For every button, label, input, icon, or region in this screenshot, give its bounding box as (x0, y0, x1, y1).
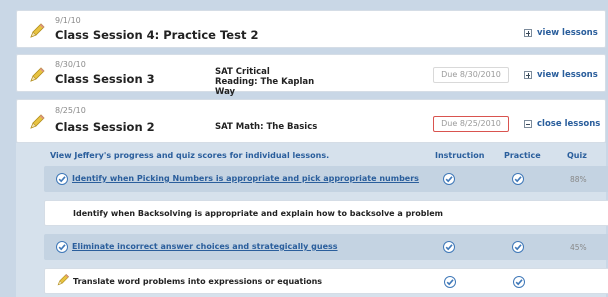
due-date-badge: Due 8/25/2010 (433, 116, 509, 132)
session-date: 9/1/10 (55, 16, 81, 25)
lesson-link[interactable]: Eliminate incorrect answer choices and s… (72, 242, 338, 251)
practice-check-icon (513, 276, 525, 288)
practice-check-icon (512, 173, 524, 185)
session-date: 8/30/10 (55, 60, 86, 69)
pencil-icon (30, 23, 45, 38)
instruction-check-icon (443, 173, 455, 185)
view-lessons-link[interactable]: view lessons (524, 28, 598, 38)
quiz-score: 88% (570, 175, 587, 184)
lesson-row: Translate word problems into expressions… (44, 268, 608, 294)
lessons-intro: View Jeffery's progress and quiz scores … (50, 151, 330, 160)
lesson-row: Identify when Backsolving is appropriate… (44, 200, 608, 226)
pencil-icon (30, 114, 45, 129)
quiz-score: 45% (570, 243, 587, 252)
session-title: Class Session 2 (55, 120, 155, 134)
session-subject: SAT Critical Reading: The Kaplan Way (215, 67, 315, 97)
pencil-icon (30, 67, 45, 82)
view-lessons-label: view lessons (537, 28, 598, 38)
practice-check-icon (512, 241, 524, 253)
lessons-panel: View Jeffery's progress and quiz scores … (16, 143, 608, 297)
session-card-2: 8/25/10 Class Session 2 SAT Math: The Ba… (16, 99, 606, 143)
session-card-3: 8/30/10 Class Session 3 SAT Critical Rea… (16, 54, 606, 97)
collapse-icon (524, 120, 532, 128)
check-circle-icon (56, 241, 68, 253)
pencil-icon (57, 273, 70, 286)
session-subject: SAT Math: The Basics (215, 122, 318, 132)
session-title: Class Session 4: Practice Test 2 (55, 28, 259, 42)
check-circle-icon (56, 173, 68, 185)
close-lessons-label: close lessons (537, 119, 601, 129)
session-card-4: 9/1/10 Class Session 4: Practice Test 2 … (16, 10, 606, 48)
column-header-instruction: Instruction (435, 151, 485, 160)
expand-icon (524, 71, 532, 79)
instruction-check-icon (443, 241, 455, 253)
instruction-check-icon (444, 276, 456, 288)
column-header-quiz: Quiz (567, 151, 587, 160)
due-date-badge: Due 8/30/2010 (433, 67, 509, 83)
session-date: 8/25/10 (55, 106, 86, 115)
session-title: Class Session 3 (55, 72, 155, 86)
expand-icon (524, 29, 532, 37)
lesson-text: Translate word problems into expressions… (73, 277, 323, 286)
close-lessons-link[interactable]: close lessons (524, 119, 600, 129)
lesson-text: Identify when Backsolving is appropriate… (73, 209, 443, 218)
column-header-practice: Practice (504, 151, 541, 160)
lesson-row: Eliminate incorrect answer choices and s… (44, 234, 608, 260)
view-lessons-link[interactable]: view lessons (524, 70, 598, 80)
view-lessons-label: view lessons (537, 70, 598, 80)
lesson-row: Identify when Picking Numbers is appropr… (44, 166, 608, 192)
lesson-link[interactable]: Identify when Picking Numbers is appropr… (72, 174, 419, 183)
